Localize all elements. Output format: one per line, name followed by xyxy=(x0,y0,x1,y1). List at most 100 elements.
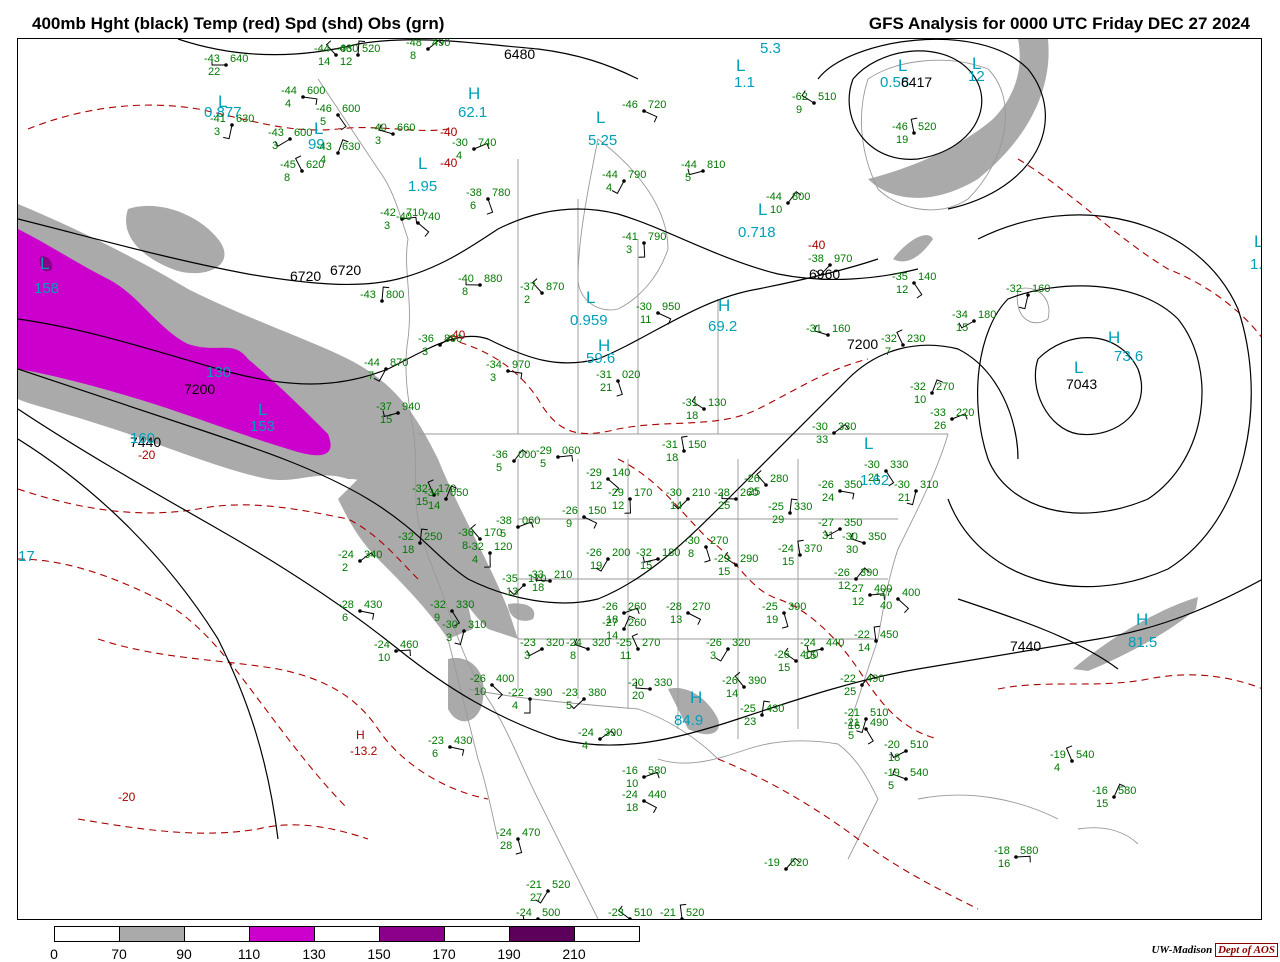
obs-temp: -32 xyxy=(430,599,446,611)
svg-text:H: H xyxy=(718,296,730,315)
wind-barb xyxy=(294,155,303,172)
svg-text:1.1: 1.1 xyxy=(734,74,755,91)
obs-temp: -24 xyxy=(578,727,594,739)
obs-temp: -43 xyxy=(204,53,220,65)
obs-temp: -20 xyxy=(884,739,900,751)
obs-temp: -35 xyxy=(502,573,518,585)
obs-height: 490 xyxy=(432,39,450,49)
obs-temp: -24 xyxy=(622,789,638,801)
obs-dewpoint-depression: 16 xyxy=(848,720,860,732)
obs-height: 260 xyxy=(628,601,646,613)
station-plot: -32 120 4 xyxy=(468,541,512,568)
obs-height: 790 xyxy=(648,231,666,243)
obs-height: 210 xyxy=(554,569,572,581)
obs-height: 430 xyxy=(454,735,472,747)
obs-temp: -36 xyxy=(492,449,508,461)
svg-text:L: L xyxy=(736,56,745,75)
obs-dewpoint-depression: 19 xyxy=(896,134,908,146)
obs-dewpoint-depression: 12 xyxy=(590,480,602,492)
obs-height: 950 xyxy=(662,301,680,313)
obs-temp: -24 xyxy=(374,639,390,651)
obs-height: 520 xyxy=(362,43,380,55)
svg-text:160: 160 xyxy=(130,430,155,447)
obs-dewpoint-depression: 13 xyxy=(506,586,518,598)
obs-temp: -41 xyxy=(622,231,638,243)
svg-text:0.718: 0.718 xyxy=(738,224,776,241)
center-marker: 160 xyxy=(130,430,155,447)
obs-temp: -30 xyxy=(864,459,880,471)
obs-temp: -32 xyxy=(398,531,414,543)
wind-barb xyxy=(897,598,910,614)
wind-barb xyxy=(631,633,639,650)
obs-height: 430 xyxy=(364,599,382,611)
obs-temp: -24 xyxy=(566,637,582,649)
map-panel[interactable]: 6480 6720 6720 6960 7200 7200 7440 7440 … xyxy=(17,38,1262,920)
obs-dewpoint-depression: 11 xyxy=(620,650,631,662)
station-plot: -32 180 15 xyxy=(636,547,680,572)
wind-barb xyxy=(704,546,711,563)
obs-temp: -40 xyxy=(371,122,387,134)
station-plot: -62 510 9 xyxy=(792,90,836,116)
svg-text:84.9: 84.9 xyxy=(674,712,703,729)
hght-7560 xyxy=(18,438,279,840)
station-plot: -21 520 27 xyxy=(526,879,570,904)
station-plot: -21 520 xyxy=(660,903,704,919)
obs-dewpoint-depression: 14 xyxy=(606,630,618,642)
temp-contour-minus30 xyxy=(97,638,489,800)
obs-temp: -24 xyxy=(778,543,794,555)
obs-dewpoint-depression: 6 xyxy=(432,748,438,760)
obs-dewpoint-depression: 5 xyxy=(320,116,326,128)
station-plot: -16 580 15 xyxy=(1092,783,1136,810)
obs-temp: -24 xyxy=(800,637,816,649)
obs-dewpoint-depression: 12 xyxy=(896,284,908,296)
station-plot: -31 150 18 xyxy=(662,435,706,464)
wind-barb xyxy=(486,198,494,215)
obs-temp: -32 xyxy=(1006,283,1022,295)
obs-dewpoint-depression: 21 xyxy=(600,382,612,394)
station-plot: -22 450 14 xyxy=(854,625,898,654)
obs-temp: -46 xyxy=(316,103,332,115)
station-plot: -30 350 30 xyxy=(842,531,886,556)
svg-text:L: L xyxy=(418,154,427,173)
obs-height: 050 xyxy=(450,487,468,499)
center-marker: H -13.2 xyxy=(350,728,378,758)
obs-dewpoint-depression: 15 xyxy=(778,662,790,674)
credit-org: UW-Madison xyxy=(1151,944,1213,956)
obs-dewpoint-depression: 15 xyxy=(718,566,730,578)
station-plot: -27 400 40 xyxy=(876,587,920,614)
obs-dewpoint-depression: 8 xyxy=(284,172,290,184)
obs-height: 260 xyxy=(628,617,646,629)
hght-ring-atlantic-2 xyxy=(947,214,1252,588)
station-plot: -23 430 6 xyxy=(428,735,472,760)
wind-barb xyxy=(910,117,918,134)
station-plot: -32 230 7 xyxy=(881,329,925,358)
obs-height: 660 xyxy=(397,122,415,134)
obs-height: 320 xyxy=(546,637,564,649)
station-plot: -22 390 4 xyxy=(508,687,552,714)
station-plot: -23 510 xyxy=(608,905,652,919)
obs-temp: -27 xyxy=(848,583,864,595)
temp-contour-east xyxy=(1017,158,1261,338)
center-marker: L12 xyxy=(968,54,985,85)
obs-height: 150 xyxy=(588,505,606,517)
legend-band xyxy=(510,927,575,941)
obs-dewpoint-depression: 15 xyxy=(1096,798,1108,810)
station-plot: -30 740 4 xyxy=(452,137,496,162)
station-plot: -30 950 11 xyxy=(636,301,680,326)
obs-height: 390 xyxy=(860,567,878,579)
station-plot: -40 880 8 xyxy=(458,273,502,298)
station-plot: -41 790 3 xyxy=(622,231,666,258)
wind-barb xyxy=(657,312,672,325)
obs-temp: -31 xyxy=(806,323,822,335)
obs-height: 060 xyxy=(522,515,540,527)
obs-temp: -44 xyxy=(364,357,380,369)
obs-dewpoint-depression: 6 xyxy=(342,612,348,624)
obs-height: 740 xyxy=(422,211,440,223)
station-plot: -29 060 5 xyxy=(536,445,580,470)
obs-temp: -18 xyxy=(994,845,1010,857)
wind-barb xyxy=(624,498,632,514)
obs-dewpoint-depression: 8 xyxy=(688,548,694,560)
height-label: 7200 xyxy=(184,381,215,397)
obs-height: 280 xyxy=(770,473,788,485)
svg-text:1.95: 1.95 xyxy=(408,178,437,195)
